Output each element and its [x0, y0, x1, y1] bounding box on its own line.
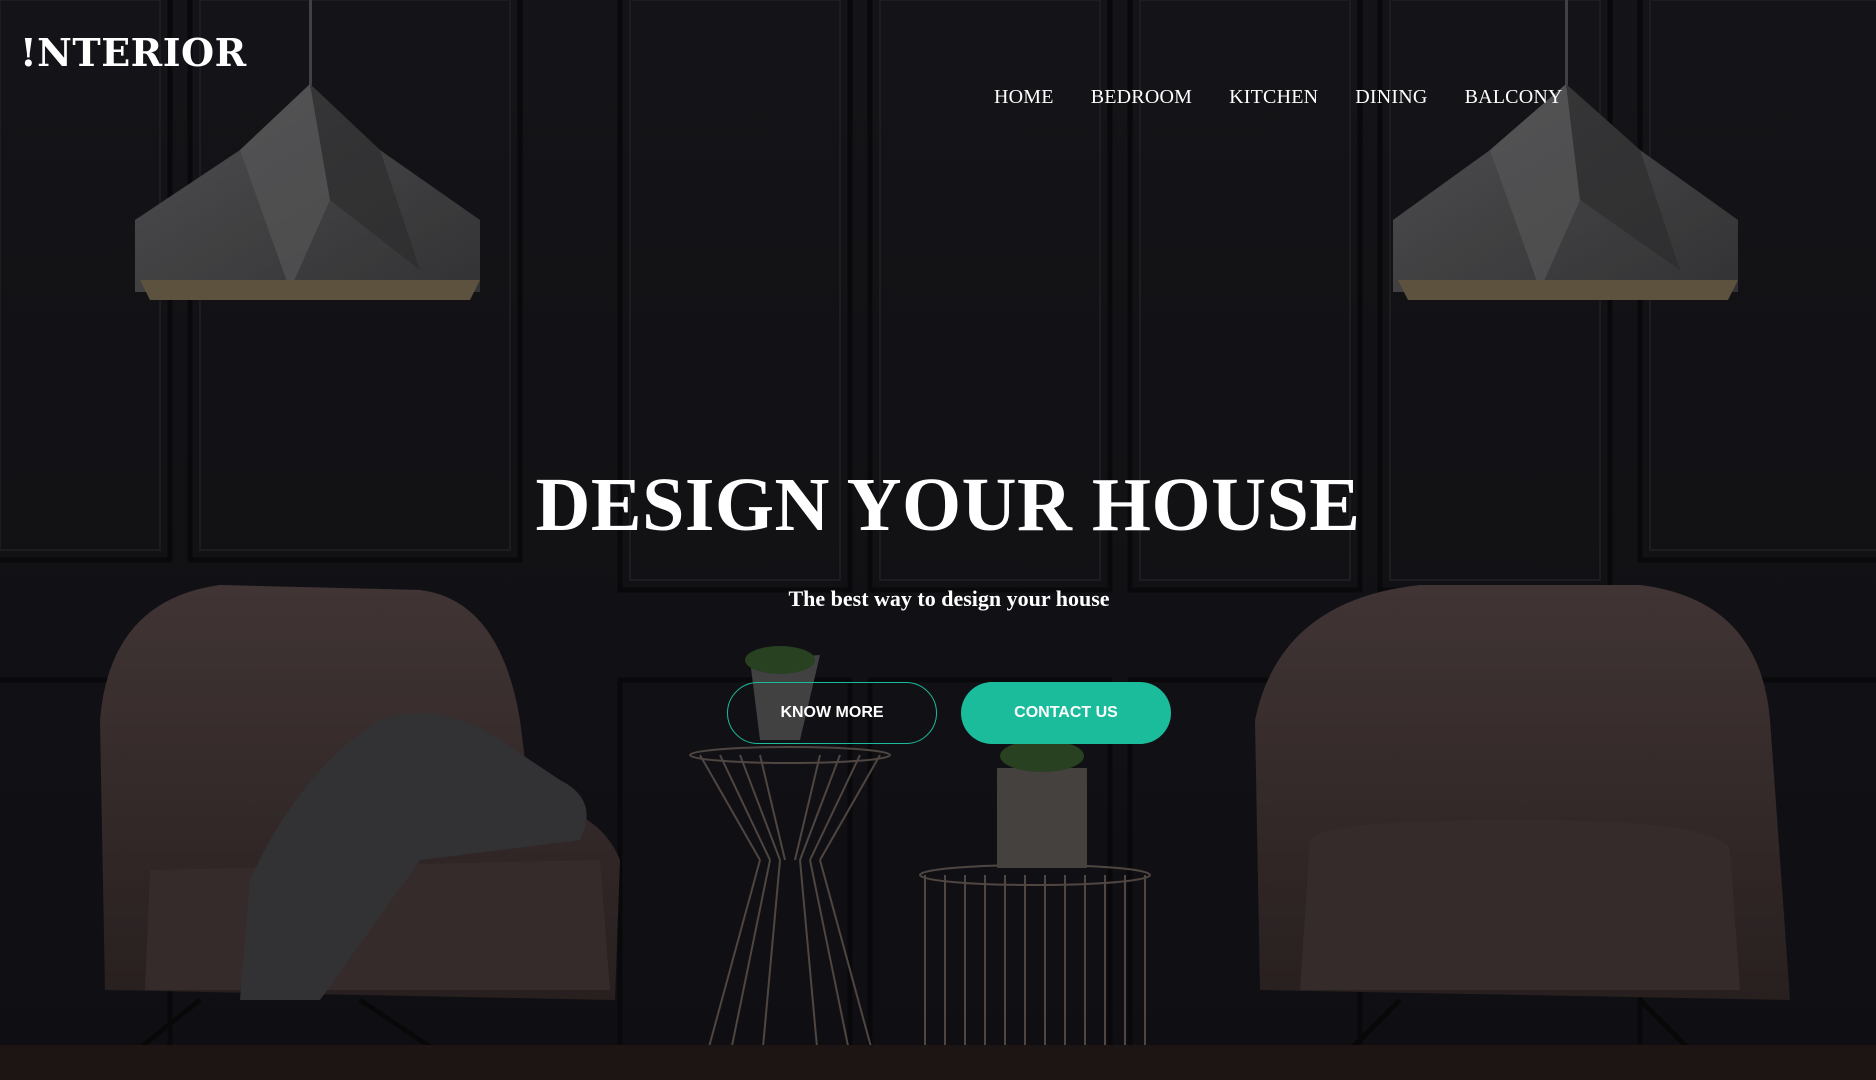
nav-item-home[interactable]: HOME	[994, 86, 1054, 109]
hero-title: DESIGN YOUR HOUSE	[535, 463, 1361, 547]
main-navigation: HOME BEDROOM KITCHEN DINING BALCONY	[994, 86, 1563, 109]
hero-section: !NTERIOR HOME BEDROOM KITCHEN DINING BAL…	[0, 0, 1876, 1080]
contact-us-button[interactable]: CONTACT US	[961, 682, 1171, 744]
hero-subtitle: The best way to design your house	[788, 586, 1110, 611]
nav-item-dining[interactable]: DINING	[1355, 86, 1427, 109]
know-more-button[interactable]: KNOW MORE	[727, 682, 937, 744]
nav-item-bedroom[interactable]: BEDROOM	[1091, 86, 1192, 109]
nav-item-kitchen[interactable]: KITCHEN	[1229, 86, 1318, 109]
site-logo[interactable]: !NTERIOR	[20, 30, 247, 75]
nav-item-balcony[interactable]: BALCONY	[1465, 86, 1563, 109]
